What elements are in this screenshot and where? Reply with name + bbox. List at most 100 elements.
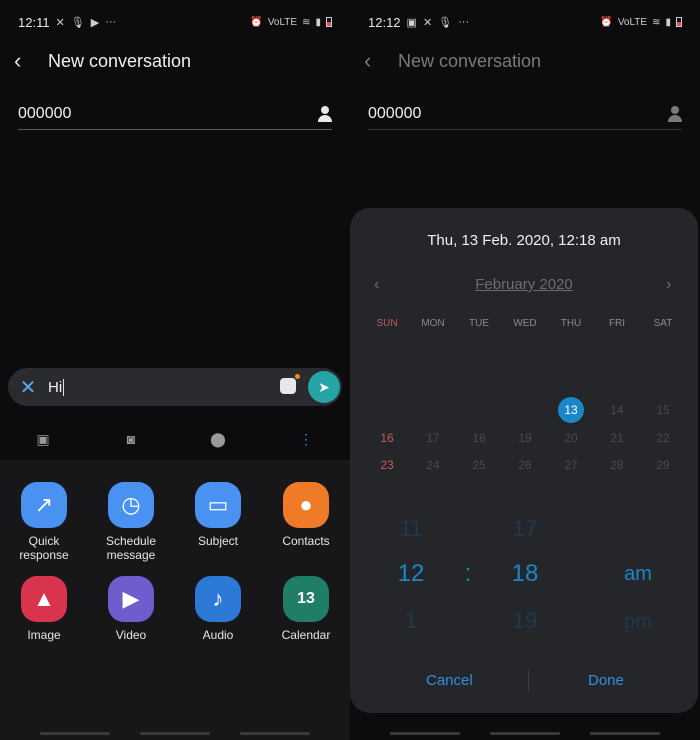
status-time: 12:12 <box>368 14 401 30</box>
button-divider <box>528 670 529 692</box>
header: ‹ New conversation <box>364 46 541 76</box>
audio-button[interactable]: ♪ Audio <box>178 576 258 642</box>
calendar-day[interactable]: 18 <box>456 431 502 445</box>
nav-bar <box>390 732 460 735</box>
selected-datetime: Thu, 13 Feb. 2020, 12:18 am <box>427 232 621 249</box>
nav-bar <box>40 732 110 735</box>
time-separator: : <box>464 560 472 587</box>
sticker-icon[interactable] <box>280 374 300 394</box>
cancel-button[interactable]: Cancel <box>426 672 473 689</box>
image-button[interactable]: ▲ Image <box>4 576 84 642</box>
signal-icon: ▮ <box>665 16 671 28</box>
calendar-day-selected[interactable]: 13 <box>548 403 594 417</box>
subject-icon: ▭ <box>195 482 241 528</box>
calendar-day[interactable]: 19 <box>502 431 548 445</box>
minute-wheel-prev[interactable]: 17 <box>495 516 555 542</box>
header: ‹ New conversation <box>14 46 191 76</box>
hour-wheel-next[interactable]: 1 <box>381 608 441 634</box>
recipient-field[interactable]: 000000 <box>368 98 682 130</box>
month-label[interactable]: February 2020 <box>350 276 698 293</box>
calendar-day[interactable]: 16 <box>364 431 410 445</box>
missed-call-icon: ✕ <box>55 16 65 29</box>
contact-picker-icon[interactable] <box>318 105 332 122</box>
missed-call-icon: ✕ <box>422 16 433 29</box>
signal-icon: ▮ <box>315 16 321 28</box>
app-label: Audio <box>202 628 234 642</box>
ampm-wheel-next[interactable]: pm <box>608 611 668 634</box>
next-month-icon[interactable]: › <box>666 276 671 294</box>
close-icon[interactable]: ✕ <box>8 375 48 400</box>
youtube-icon: ▶ <box>90 16 100 29</box>
contacts-button[interactable]: ● Contacts <box>266 482 346 548</box>
app-label: Contacts <box>282 534 330 548</box>
calendar-day[interactable]: 28 <box>594 458 640 472</box>
calendar-button[interactable]: 13 Calendar <box>266 576 346 642</box>
minute-wheel-next[interactable]: 19 <box>495 608 555 634</box>
hour-wheel-value[interactable]: 12 <box>381 560 441 588</box>
gallery-icon[interactable]: ▣ <box>33 430 53 448</box>
recipient-field[interactable]: 000000 <box>18 98 332 130</box>
attachment-tray: ↗ Quick response ◷ Schedule message ▭ Su… <box>0 460 350 740</box>
audio-icon: ♪ <box>195 576 241 622</box>
message-input[interactable]: Hi <box>48 378 65 396</box>
date-time-picker-dialog: Thu, 13 Feb. 2020, 12:18 am ‹ February 2… <box>350 208 698 713</box>
nav-bar <box>140 732 210 735</box>
done-button[interactable]: Done <box>588 672 624 689</box>
mic-icon: 🎙 <box>438 16 453 29</box>
wifi-icon: ≋ <box>652 16 661 28</box>
weekday-header: WED <box>513 318 537 329</box>
schedule-message-button[interactable]: ◷ Schedule message <box>91 482 171 562</box>
calendar-day[interactable]: 22 <box>640 431 686 445</box>
app-label: Video <box>115 628 147 642</box>
weekday-header: THU <box>560 318 582 329</box>
calendar-day[interactable]: 17 <box>410 431 456 445</box>
status-time: 12:11 <box>18 14 50 30</box>
ampm-wheel-value[interactable]: am <box>608 563 668 586</box>
location-icon[interactable]: ⬤ <box>208 430 228 448</box>
left-screen: 12:11 ✕ 🎙 ▶ ··· ⏰ VoLTE ≋ ▮ ‹ New conver… <box>0 0 350 740</box>
app-label: Schedule message <box>105 534 157 562</box>
camera-icon[interactable]: ◙ <box>121 430 141 448</box>
send-button[interactable]: ➤ <box>308 371 340 403</box>
contact-picker-icon[interactable] <box>668 105 682 122</box>
hour-wheel-prev[interactable]: 11 <box>381 516 441 542</box>
back-icon[interactable]: ‹ <box>14 48 40 74</box>
calendar-day[interactable]: 15 <box>640 403 686 417</box>
subject-button[interactable]: ▭ Subject <box>178 482 258 548</box>
calendar-day[interactable]: 27 <box>548 458 594 472</box>
minute-wheel-value[interactable]: 18 <box>495 560 555 588</box>
calendar-day[interactable]: 25 <box>456 458 502 472</box>
right-screen: 12:12 ▣ ✕ 🎙 ··· ⏰ VoLTE ≋ ▮ ‹ New conver… <box>350 0 700 740</box>
calendar-day[interactable]: 26 <box>502 458 548 472</box>
battery-icon <box>676 17 682 27</box>
page-title: New conversation <box>398 50 542 71</box>
app-label: Image <box>27 628 61 642</box>
back-icon[interactable]: ‹ <box>364 48 390 74</box>
calendar-icon: 13 <box>283 576 329 622</box>
calendar-day[interactable]: 14 <box>594 403 640 417</box>
calendar-day[interactable]: 20 <box>548 431 594 445</box>
calendar-day[interactable]: 21 <box>594 431 640 445</box>
status-bar: 12:12 ▣ ✕ 🎙 ··· ⏰ VoLTE ≋ ▮ <box>368 12 682 32</box>
nav-bar <box>490 732 560 735</box>
more-options-icon[interactable]: ⋮ <box>296 430 316 448</box>
weekday-header: FRI <box>608 318 626 329</box>
weekday-header: SUN <box>376 318 398 329</box>
video-button[interactable]: ▶ Video <box>91 576 171 642</box>
volte-icon: VoLTE <box>617 16 648 28</box>
quick-response-button[interactable]: ↗ Quick response <box>4 482 84 562</box>
status-bar: 12:11 ✕ 🎙 ▶ ··· ⏰ VoLTE ≋ ▮ <box>18 12 332 32</box>
calendar-day[interactable]: 24 <box>410 458 456 472</box>
calendar-day[interactable]: 29 <box>640 458 686 472</box>
mic-icon: 🎙 <box>70 16 85 29</box>
volte-icon: VoLTE <box>267 16 298 28</box>
nav-bar <box>240 732 310 735</box>
alarm-icon: ⏰ <box>600 16 613 28</box>
recipient-value: 000000 <box>18 104 72 122</box>
app-label: Calendar <box>281 628 331 642</box>
video-icon: ▶ <box>108 576 154 622</box>
battery-icon <box>326 17 332 27</box>
calendar-day[interactable]: 23 <box>364 458 410 472</box>
quick-response-icon: ↗ <box>21 482 67 528</box>
app-label: Subject <box>197 534 239 548</box>
